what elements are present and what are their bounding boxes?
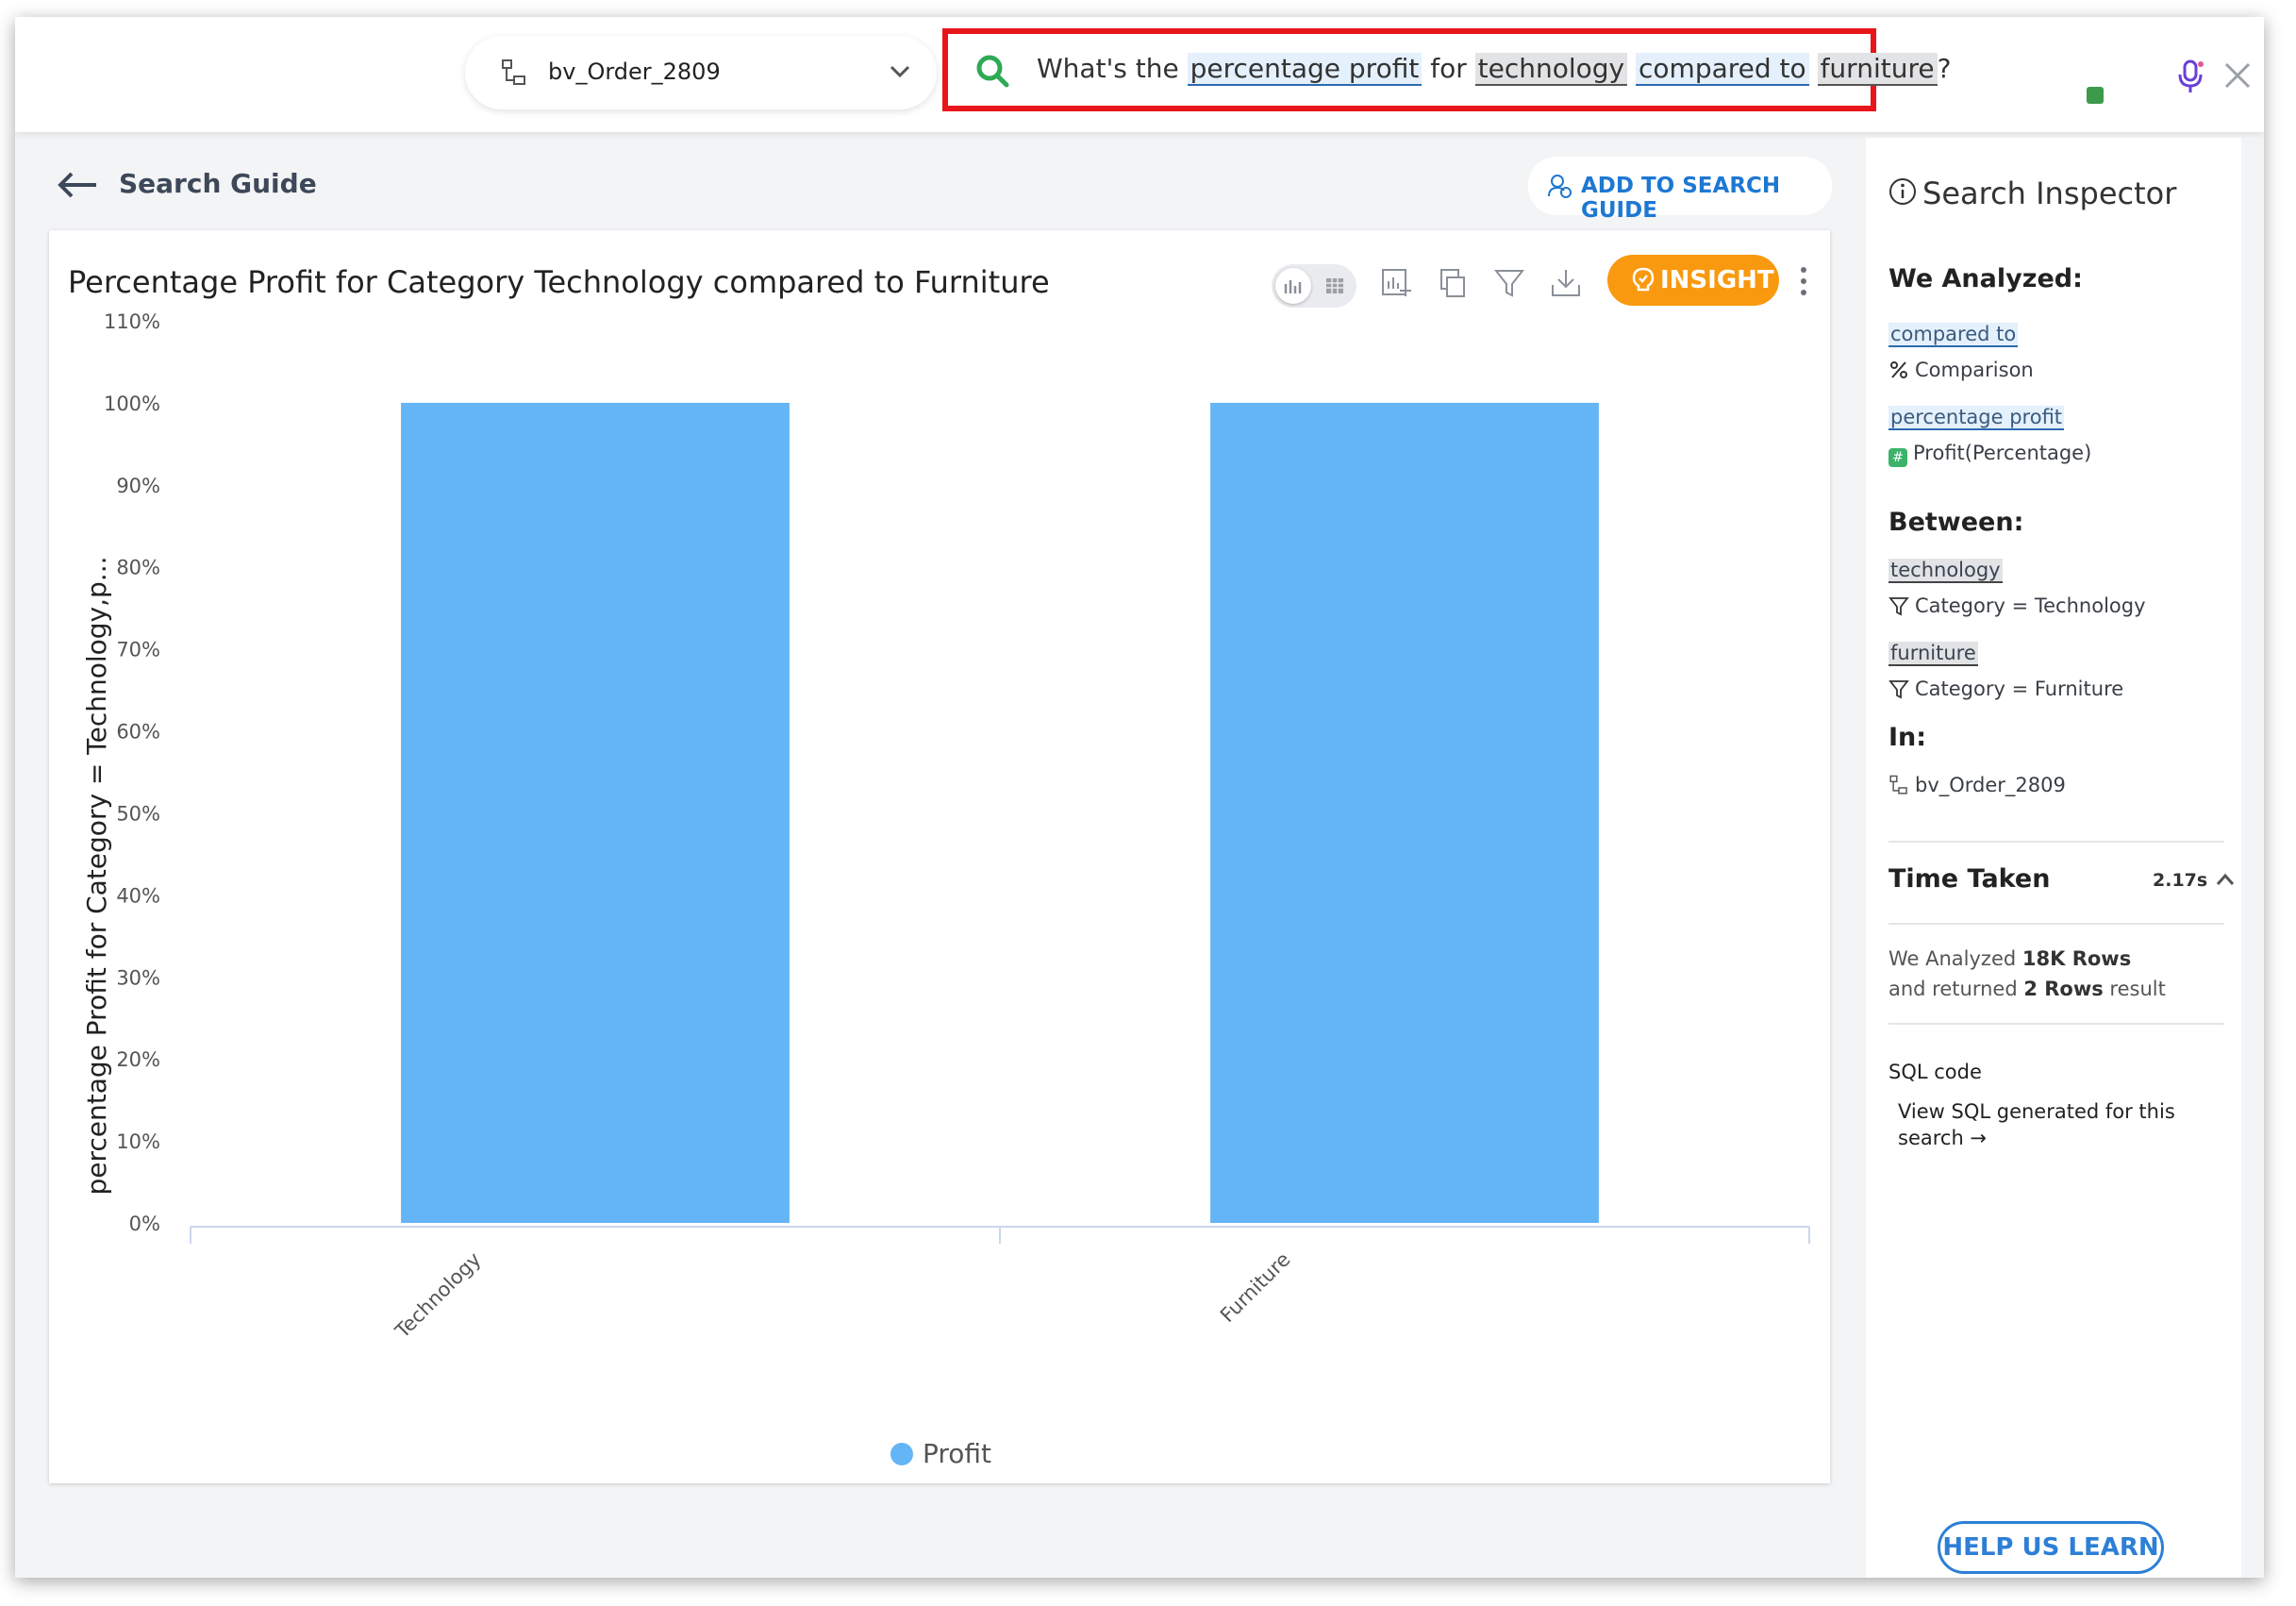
query-text xyxy=(1627,53,1636,84)
add-to-search-guide-button[interactable]: ADD TO SEARCH GUIDE xyxy=(1528,157,1832,223)
query-token-furniture[interactable]: furniture xyxy=(1817,53,1938,86)
dataset-name: bv_Order_2809 xyxy=(548,59,721,85)
filter-icon xyxy=(1888,597,1909,616)
between-heading: Between: xyxy=(1888,508,2024,537)
search-box[interactable]: What's the percentage profit for technol… xyxy=(942,28,1951,111)
y-tick-label: 30% xyxy=(116,966,160,989)
in-dataset-name: bv_Order_2809 xyxy=(1915,774,2066,796)
comparison-label: Comparison xyxy=(1915,359,2034,381)
y-tick-label: 10% xyxy=(116,1130,160,1153)
we-analyzed-heading: We Analyzed: xyxy=(1888,264,2083,293)
y-tick-label: 80% xyxy=(116,557,160,579)
bar-furniture xyxy=(1210,402,1599,1224)
token-furniture[interactable]: furniture xyxy=(1888,642,1978,666)
filter-icon xyxy=(1888,680,1909,699)
dataset-selector[interactable]: bv_Order_2809 xyxy=(465,36,937,109)
query-text xyxy=(1809,53,1818,84)
dataset-icon xyxy=(1889,775,1907,795)
y-tick-label: 0% xyxy=(129,1213,160,1235)
furniture-filter-label: Category = Furniture xyxy=(1915,678,2124,700)
time-taken-heading: Time Taken xyxy=(1888,864,2051,894)
query-token-technology[interactable]: technology xyxy=(1474,53,1628,86)
y-axis-label: percentage Profit for Category = Technol… xyxy=(81,556,112,1195)
view-sql-link[interactable]: View SQL generated for this search → xyxy=(1898,1098,2200,1151)
query-suffix: ? xyxy=(1937,53,1952,84)
search-query[interactable]: What's the percentage profit for technol… xyxy=(1037,53,1952,86)
query-token-percentage-profit[interactable]: percentage profit xyxy=(1187,53,1423,86)
measure-icon: # xyxy=(1888,448,1907,467)
search-icon xyxy=(976,55,1009,88)
help-us-learn-button[interactable]: HELP US LEARN xyxy=(1938,1521,2164,1574)
user-add-icon xyxy=(1548,175,1572,198)
analyzed-text: We Analyzed xyxy=(1888,947,2022,970)
chart-card: Percentage Profit for Category Technolog… xyxy=(49,230,1830,1483)
y-tick-label: 40% xyxy=(116,884,160,907)
search-guide-link[interactable]: Search Guide xyxy=(119,168,317,199)
y-tick-label: 20% xyxy=(116,1048,160,1071)
analyzed-rows: 18K Rows xyxy=(2021,947,2132,970)
legend-label: Profit xyxy=(923,1438,991,1469)
app-window: bv_Order_2809 What's the percentage prof… xyxy=(15,17,2264,1578)
rows-analyzed: We Analyzed 18K Rows xyxy=(1888,947,2131,970)
add-to-search-guide-label: ADD TO SEARCH GUIDE xyxy=(1581,174,1781,223)
x-tick-label: Technology xyxy=(391,1248,486,1344)
bar-technology xyxy=(401,402,790,1224)
in-dataset: bv_Order_2809 xyxy=(1888,774,2066,796)
y-tick-label: 100% xyxy=(104,393,160,415)
back-arrow-icon[interactable] xyxy=(55,170,100,200)
search-inspector-panel: Search Inspector We Analyzed: compared t… xyxy=(1866,138,2241,1578)
y-tick-label: 60% xyxy=(116,721,160,744)
y-tick-label: 110% xyxy=(104,310,160,333)
status-indicator xyxy=(2087,87,2104,104)
technology-filter-desc: Category = Technology xyxy=(1888,594,2146,617)
rows-returned: and returned 2 Rows result xyxy=(1888,978,2166,1000)
percent-icon xyxy=(1890,361,1907,378)
query-prefix: What's the xyxy=(1037,53,1188,84)
token-technology[interactable]: technology xyxy=(1888,559,2003,583)
top-bar: bv_Order_2809 What's the percentage prof… xyxy=(15,17,2264,132)
query-token-compared-to[interactable]: compared to xyxy=(1636,53,1809,86)
inspector-title: Search Inspector xyxy=(1922,176,2177,211)
comparison-desc: Comparison xyxy=(1888,359,2034,381)
microphone-icon[interactable] xyxy=(2175,59,2205,94)
time-taken-value: 2.17s xyxy=(2153,870,2208,891)
dataset-icon xyxy=(502,59,525,85)
returned-text: and returned xyxy=(1888,978,2024,1000)
chevron-up-icon[interactable] xyxy=(2215,872,2236,887)
legend-marker xyxy=(890,1443,913,1465)
info-icon xyxy=(1889,178,1916,205)
profit-label: Profit(Percentage) xyxy=(1913,442,2092,464)
furniture-filter-desc: Category = Furniture xyxy=(1888,678,2123,700)
profit-desc: # Profit(Percentage) xyxy=(1888,442,2091,467)
query-text: for xyxy=(1422,53,1475,84)
divider xyxy=(1888,1023,2224,1025)
returned-suffix: result xyxy=(2103,978,2166,1000)
close-icon[interactable] xyxy=(2222,60,2253,91)
token-compared-to[interactable]: compared to xyxy=(1888,323,2019,347)
technology-filter-label: Category = Technology xyxy=(1915,594,2146,617)
bar-chart: 0% 10% 20% 30% 40% 50% 60% 70% 80% 90% 100% 110% per… xyxy=(81,310,1810,1469)
chevron-down-icon[interactable] xyxy=(888,62,912,81)
scrollbar[interactable] xyxy=(2245,138,2260,1578)
sql-code-label: SQL code xyxy=(1888,1061,1982,1083)
token-percentage-profit[interactable]: percentage profit xyxy=(1888,406,2065,430)
x-tick-label: Furniture xyxy=(1216,1248,1295,1328)
y-tick-label: 70% xyxy=(116,639,160,661)
in-heading: In: xyxy=(1888,723,1927,752)
y-tick-label: 50% xyxy=(116,802,160,825)
returned-rows: 2 Rows xyxy=(2023,978,2104,1000)
y-tick-label: 90% xyxy=(116,475,160,497)
divider xyxy=(1888,923,2224,925)
divider xyxy=(1888,841,2224,843)
